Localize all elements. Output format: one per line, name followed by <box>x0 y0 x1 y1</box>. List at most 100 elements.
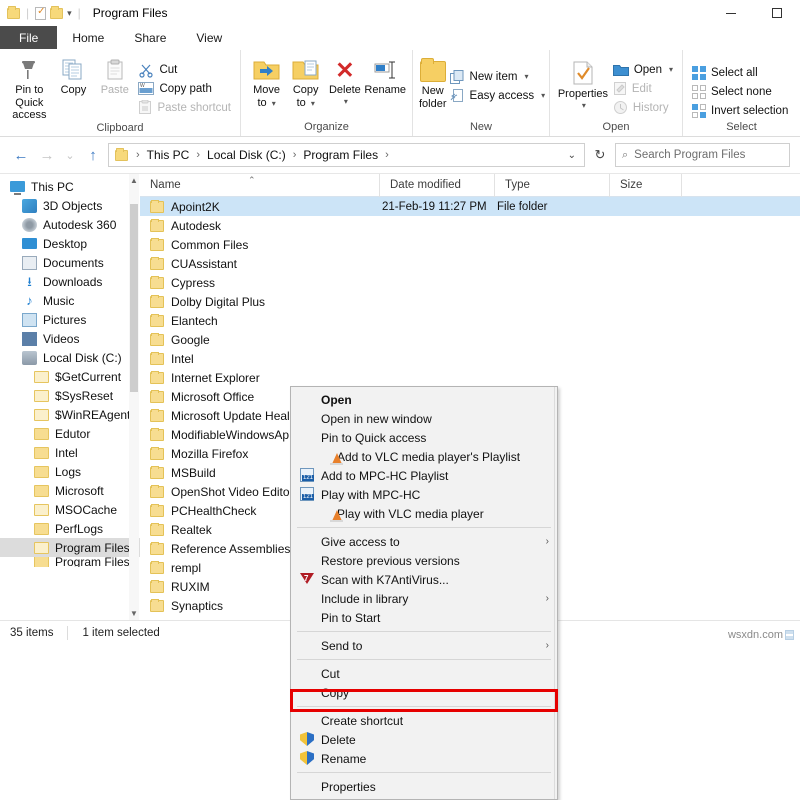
column-header-type[interactable]: Type <box>495 174 610 197</box>
minimize-button[interactable] <box>708 0 754 26</box>
table-row[interactable]: Autodesk <box>140 216 800 235</box>
sidebar-item-intel[interactable]: Intel <box>0 443 140 462</box>
table-row[interactable]: Common Files <box>140 235 800 254</box>
sidebar-item-program-files[interactable]: Program Files <box>0 538 140 557</box>
copy-button[interactable]: Copy <box>53 55 94 97</box>
context-menu-item-open[interactable]: Open <box>291 390 557 409</box>
scroll-down-icon[interactable]: ▼ <box>129 607 139 620</box>
context-menu-item-play-with-vlc[interactable]: Play with VLC media player <box>291 504 557 523</box>
crumb-separator-1[interactable]: › <box>193 149 203 161</box>
copy-to-button[interactable]: Copy to ▾ <box>286 55 325 109</box>
sidebar-item-3d-objects[interactable]: 3D Objects <box>0 196 140 215</box>
refresh-button[interactable]: ↻ <box>589 143 611 167</box>
context-menu-item-play-with-mpc[interactable]: Play with MPC-HC <box>291 485 557 504</box>
up-button[interactable]: ↑ <box>82 144 104 166</box>
context-menu-item-delete[interactable]: Delete <box>291 730 557 749</box>
properties-caret-icon[interactable]: ▾ <box>582 101 586 110</box>
crumb-separator-3[interactable]: › <box>382 149 392 161</box>
sidebar-item-this-pc[interactable]: This PC <box>0 177 140 196</box>
sidebar-item-desktop[interactable]: Desktop <box>0 234 140 253</box>
tab-file[interactable]: File <box>0 26 57 49</box>
rename-button[interactable]: Rename <box>364 55 406 97</box>
context-menu-item-pin-to-quick-access[interactable]: Pin to Quick access <box>291 428 557 447</box>
easy-access-button[interactable]: Easy access ▾ <box>447 86 549 105</box>
back-button[interactable]: ← <box>10 144 32 166</box>
cut-button[interactable]: Cut <box>135 60 234 79</box>
properties-button[interactable]: Properties ▾ <box>556 55 610 110</box>
table-row[interactable]: Elantech <box>140 311 800 330</box>
navigation-scrollbar[interactable]: ▲ ▼ <box>129 174 139 620</box>
sidebar-item-autodesk-360[interactable]: Autodesk 360 <box>0 215 140 234</box>
breadcrumb-bar[interactable]: › This PC › Local Disk (C:) › Program Fi… <box>108 143 585 167</box>
tab-home[interactable]: Home <box>57 26 119 49</box>
context-menu-item-create-shortcut[interactable]: Create shortcut <box>291 711 557 730</box>
properties-icon[interactable] <box>35 7 46 20</box>
chevron-down-icon[interactable]: ▾ <box>67 8 72 19</box>
forward-button[interactable]: → <box>36 144 58 166</box>
context-menu-item-include-in-library[interactable]: Include in library › <box>291 589 557 608</box>
context-menu-item-rename[interactable]: Rename <box>291 749 557 768</box>
pin-to-quick-access-button[interactable]: Pin to Quick access <box>6 55 53 122</box>
open-button[interactable]: Open ▾ <box>610 60 676 79</box>
chevron-down-icon[interactable]: ⌄ <box>568 150 580 161</box>
context-menu-item-pin-to-start[interactable]: Pin to Start <box>291 608 557 627</box>
sidebar-item-msocache[interactable]: MSOCache <box>0 500 140 519</box>
tab-view[interactable]: View <box>181 26 237 49</box>
table-row[interactable]: Google <box>140 330 800 349</box>
sidebar-item-getcurrent[interactable]: $GetCurrent <box>0 367 140 386</box>
select-none-button[interactable]: Select none <box>689 82 791 101</box>
scrollbar-thumb[interactable] <box>130 204 138 392</box>
sidebar-item-sysreset[interactable]: $SysReset <box>0 386 140 405</box>
paste-button[interactable]: Paste <box>94 55 135 97</box>
sidebar-item-videos[interactable]: Videos <box>0 329 140 348</box>
table-row[interactable]: CUAssistant <box>140 254 800 273</box>
context-menu-item-add-to-vlc-playlist[interactable]: Add to VLC media player's Playlist <box>291 447 557 466</box>
table-row[interactable]: Dolby Digital Plus <box>140 292 800 311</box>
easy-access-caret-icon[interactable]: ▾ <box>541 91 545 100</box>
column-header-name[interactable]: Name ⌃ <box>140 174 380 197</box>
recent-locations-button[interactable]: ⌄ <box>62 144 78 166</box>
crumb-separator-2[interactable]: › <box>290 149 300 161</box>
table-row[interactable]: Cypress <box>140 273 800 292</box>
history-button[interactable]: History <box>610 98 676 117</box>
sidebar-item-downloads[interactable]: ⭳ Downloads <box>0 272 140 291</box>
edit-button[interactable]: Edit <box>610 79 676 98</box>
context-menu-item-properties[interactable]: Properties <box>291 777 557 796</box>
open-caret-icon[interactable]: ▾ <box>669 65 673 74</box>
sidebar-item-edutor[interactable]: Edutor <box>0 424 140 443</box>
delete-caret-icon[interactable]: ▾ <box>344 97 348 106</box>
search-box[interactable]: ⌕ Search Program Files <box>615 143 790 167</box>
sidebar-item-music[interactable]: ♪ Music <box>0 291 140 310</box>
new-item-button[interactable]: New item ▾ <box>447 67 549 86</box>
sidebar-item-program-files-x86[interactable]: Program Files <box>0 557 140 567</box>
sidebar-item-local-disk[interactable]: Local Disk (C:) <box>0 348 140 367</box>
table-row[interactable]: Internet Explorer <box>140 368 800 387</box>
sidebar-item-logs[interactable]: Logs <box>0 462 140 481</box>
maximize-button[interactable] <box>754 0 800 26</box>
new-folder-icon[interactable] <box>50 8 63 19</box>
sidebar-item-winreagent[interactable]: $WinREAgent <box>0 405 140 424</box>
paste-shortcut-button[interactable]: Paste shortcut <box>135 98 234 117</box>
move-to-button[interactable]: Move to ▾ <box>247 55 286 109</box>
sidebar-item-pictures[interactable]: Pictures <box>0 310 140 329</box>
new-folder-button[interactable]: New folder <box>419 55 447 110</box>
context-menu-item-open-in-new-window[interactable]: Open in new window <box>291 409 557 428</box>
breadcrumb-program-files[interactable]: Program Files <box>301 148 380 162</box>
invert-selection-button[interactable]: Invert selection <box>689 101 791 120</box>
context-menu-item-cut[interactable]: Cut <box>291 664 557 683</box>
sidebar-item-microsoft[interactable]: Microsoft <box>0 481 140 500</box>
sidebar-item-perflogs[interactable]: PerfLogs <box>0 519 140 538</box>
tab-share[interactable]: Share <box>119 26 181 49</box>
context-menu-item-give-access-to[interactable]: Give access to › <box>291 532 557 551</box>
select-all-button[interactable]: Select all <box>689 63 791 82</box>
delete-button[interactable]: ✕ Delete ▾ <box>325 55 364 106</box>
context-menu-item-restore-previous-versions[interactable]: Restore previous versions <box>291 551 557 570</box>
context-menu-item-copy[interactable]: Copy <box>291 683 557 702</box>
context-menu-item-scan-with-k7antivirus[interactable]: Scan with K7AntiVirus... <box>291 570 557 589</box>
context-menu-item-add-to-mpc-playlist[interactable]: Add to MPC-HC Playlist <box>291 466 557 485</box>
table-row[interactable]: Intel <box>140 349 800 368</box>
search-input[interactable]: Search Program Files <box>634 149 745 161</box>
table-row[interactable]: Apoint2K 21-Feb-19 11:27 PM File folder <box>140 197 800 216</box>
copy-path-button[interactable]: W Copy path <box>135 79 234 98</box>
new-item-caret-icon[interactable]: ▾ <box>524 72 528 81</box>
